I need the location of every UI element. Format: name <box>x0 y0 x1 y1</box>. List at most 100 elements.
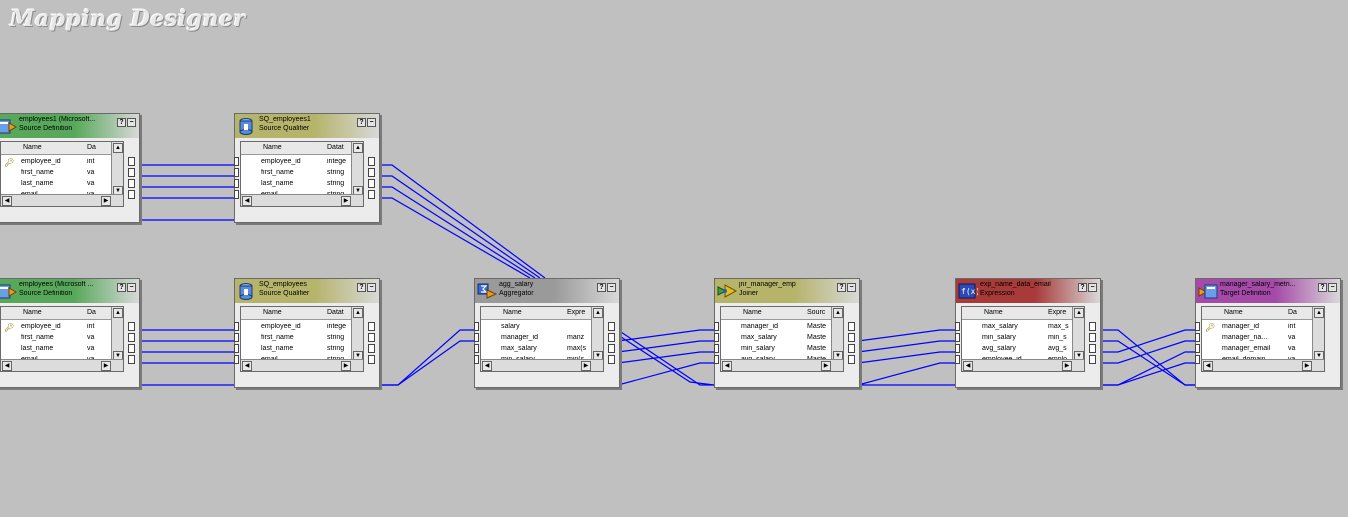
scroll-up-icon[interactable]: ▲ <box>833 308 843 318</box>
column-name-header[interactable]: Name <box>1224 309 1243 316</box>
help-button[interactable]: ? <box>117 118 126 127</box>
port-row[interactable]: max_salary max_s <box>962 322 1084 333</box>
minimize-button[interactable]: − <box>847 283 856 292</box>
scroll-up-icon[interactable]: ▲ <box>353 143 363 153</box>
port-row[interactable]: 🔑︎ employee_id int <box>1 322 123 333</box>
input-port-handle[interactable] <box>234 168 239 177</box>
scroll-up-icon[interactable]: ▲ <box>113 143 123 153</box>
column-name-header[interactable]: Name <box>503 309 522 316</box>
column-type-header[interactable]: Sourc <box>807 309 825 316</box>
port-row[interactable]: salary <box>481 322 603 333</box>
output-port-handle[interactable] <box>608 355 615 364</box>
minimize-button[interactable]: − <box>607 283 616 292</box>
port-row[interactable]: first_name va <box>1 333 123 344</box>
horizontal-scrollbar[interactable]: ◀ ▶ <box>962 359 1084 371</box>
scroll-left-icon[interactable]: ◀ <box>2 196 12 206</box>
column-name-header[interactable]: Name <box>984 309 1003 316</box>
column-type-header[interactable]: Datat <box>327 309 344 316</box>
port-row[interactable]: last_name string <box>241 179 363 190</box>
output-port-handle[interactable] <box>368 333 375 342</box>
help-button[interactable]: ? <box>1078 283 1087 292</box>
link-jnr-exp[interactable] <box>857 329 955 386</box>
output-port-handle[interactable] <box>368 157 375 166</box>
horizontal-scrollbar[interactable]: ◀ ▶ <box>1 359 123 371</box>
scroll-right-icon[interactable]: ▶ <box>581 361 591 371</box>
input-port-handle[interactable] <box>234 322 239 331</box>
scroll-left-icon[interactable]: ◀ <box>2 361 12 371</box>
scroll-right-icon[interactable]: ▶ <box>341 196 351 206</box>
port-row[interactable]: last_name va <box>1 344 123 355</box>
help-button[interactable]: ? <box>1318 283 1327 292</box>
output-port-handle[interactable] <box>128 179 135 188</box>
transformation-agg[interactable]: agg_salary Aggregator? − Name Expre salary man… <box>474 278 620 388</box>
output-port-handle[interactable] <box>1089 355 1096 364</box>
output-port-handle[interactable] <box>128 322 135 331</box>
scroll-left-icon[interactable]: ◀ <box>1203 361 1213 371</box>
input-port-handle[interactable] <box>1195 344 1200 353</box>
output-port-handle[interactable] <box>128 333 135 342</box>
help-button[interactable]: ? <box>117 283 126 292</box>
output-port-handle[interactable] <box>128 168 135 177</box>
horizontal-scrollbar[interactable]: ◀ ▶ <box>1202 359 1324 371</box>
output-port-handle[interactable] <box>848 322 855 331</box>
column-name-header[interactable]: Name <box>263 144 282 151</box>
scroll-up-icon[interactable]: ▲ <box>593 308 603 318</box>
input-port-handle[interactable] <box>955 344 960 353</box>
minimize-button[interactable]: − <box>367 283 376 292</box>
input-port-handle[interactable] <box>714 333 719 342</box>
port-row[interactable]: employee_id intege <box>241 322 363 333</box>
output-port-handle[interactable] <box>368 355 375 364</box>
help-button[interactable]: ? <box>357 118 366 127</box>
output-port-handle[interactable] <box>1089 322 1096 331</box>
scroll-left-icon[interactable]: ◀ <box>242 361 252 371</box>
input-port-handle[interactable] <box>955 355 960 364</box>
scroll-right-icon[interactable]: ▶ <box>1302 361 1312 371</box>
port-row[interactable]: last_name string <box>241 344 363 355</box>
minimize-button[interactable]: − <box>1088 283 1097 292</box>
transformation-tgt[interactable]: manager_salary_metri... Target Definition… <box>1195 278 1341 388</box>
input-port-handle[interactable] <box>474 322 479 331</box>
minimize-button[interactable]: − <box>1328 283 1337 292</box>
horizontal-scrollbar[interactable]: ◀ ▶ <box>241 359 363 371</box>
link-sq2-agg[interactable] <box>380 329 474 386</box>
input-port-handle[interactable] <box>714 322 719 331</box>
port-row[interactable]: min_salary min_s <box>962 333 1084 344</box>
horizontal-scrollbar[interactable]: ◀ ▶ <box>1 194 123 206</box>
output-port-handle[interactable] <box>1089 333 1096 342</box>
scroll-up-icon[interactable]: ▲ <box>113 308 123 318</box>
input-port-handle[interactable] <box>234 333 239 342</box>
help-button[interactable]: ? <box>357 283 366 292</box>
port-row[interactable]: 🔑︎ employee_id int <box>1 157 123 168</box>
column-name-header[interactable]: Name <box>23 309 42 316</box>
transformation-sq1[interactable]: SQ_employees1 Source Qualifier? − Name Datat… <box>234 113 380 223</box>
input-port-handle[interactable] <box>234 355 239 364</box>
input-port-handle[interactable] <box>234 344 239 353</box>
scroll-up-icon[interactable]: ▲ <box>1074 308 1084 318</box>
port-row[interactable]: avg_salary avg_s <box>962 344 1084 355</box>
input-port-handle[interactable] <box>1195 322 1200 331</box>
column-type-header[interactable]: Da <box>87 144 96 151</box>
link-src2-sq2[interactable] <box>140 329 234 386</box>
column-name-header[interactable]: Name <box>263 309 282 316</box>
scroll-right-icon[interactable]: ▶ <box>101 196 111 206</box>
output-port-handle[interactable] <box>1089 344 1096 353</box>
column-type-header[interactable]: Da <box>1288 309 1297 316</box>
port-row[interactable]: manager_id Maste <box>721 322 843 333</box>
scroll-up-icon[interactable]: ▲ <box>1314 308 1324 318</box>
minimize-button[interactable]: − <box>127 283 136 292</box>
port-row[interactable]: 🔑︎ manager_id int <box>1202 322 1324 333</box>
link-agg-jnr[interactable] <box>617 329 715 386</box>
link-src1-sq1[interactable] <box>140 164 234 221</box>
input-port-handle[interactable] <box>1195 333 1200 342</box>
port-row[interactable]: max_salary Maste <box>721 333 843 344</box>
input-port-handle[interactable] <box>474 355 479 364</box>
output-port-handle[interactable] <box>368 190 375 199</box>
scroll-right-icon[interactable]: ▶ <box>341 361 351 371</box>
column-name-header[interactable]: Name <box>743 309 762 316</box>
scroll-right-icon[interactable]: ▶ <box>1062 361 1072 371</box>
scroll-right-icon[interactable]: ▶ <box>821 361 831 371</box>
input-port-handle[interactable] <box>474 344 479 353</box>
input-port-handle[interactable] <box>714 344 719 353</box>
port-row[interactable]: first_name string <box>241 333 363 344</box>
port-row[interactable]: last_name va <box>1 179 123 190</box>
